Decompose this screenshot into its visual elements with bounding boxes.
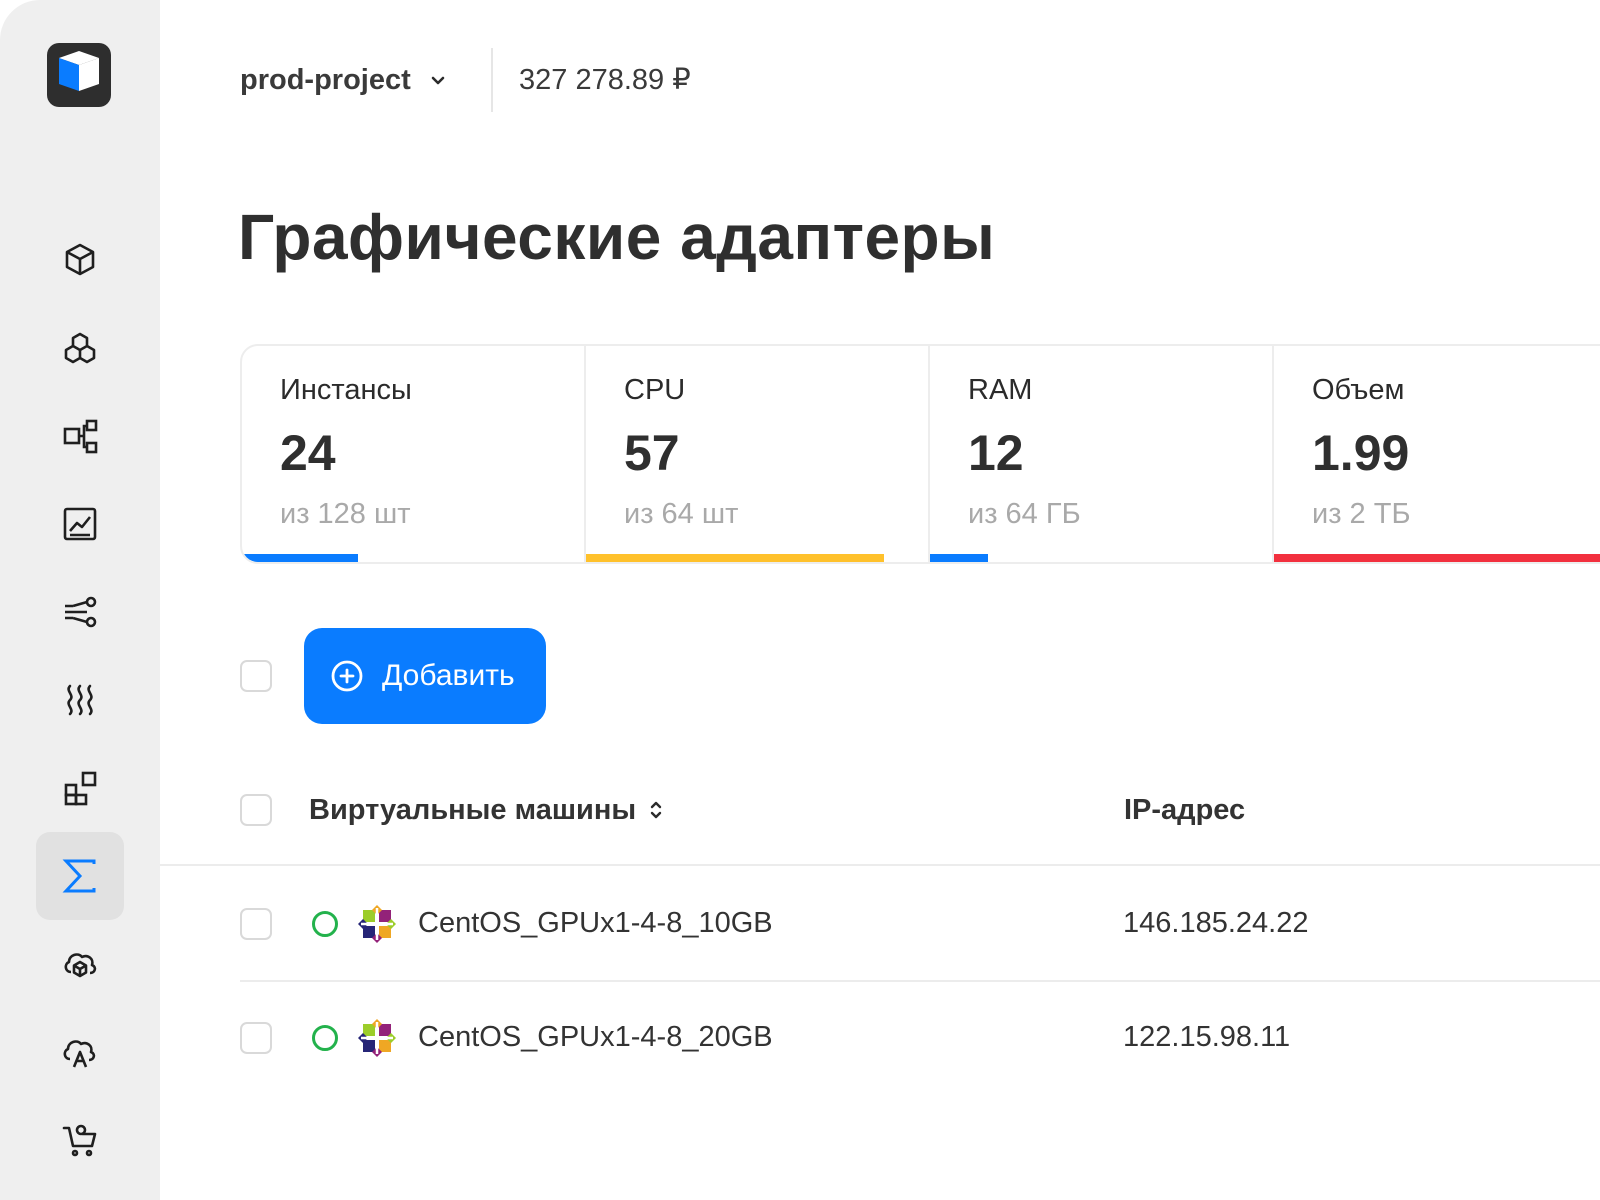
usage-bar: [586, 554, 884, 562]
centos-icon: [358, 1019, 396, 1057]
sidebar: [0, 0, 160, 1200]
sidebar-item-network[interactable]: [36, 392, 124, 480]
stat-card-volume: Объем 1.99 из 2 ТБ: [1274, 346, 1600, 562]
header-checkbox[interactable]: [240, 794, 272, 826]
select-all-checkbox[interactable]: [240, 660, 272, 692]
app-logo[interactable]: [47, 43, 111, 107]
stat-value: 1.99: [1312, 425, 1410, 481]
table-header-divider: [160, 864, 1600, 866]
stat-label: Инстансы: [280, 374, 412, 406]
stat-limit: из 2 ТБ: [1312, 498, 1411, 530]
sidebar-item-integrations[interactable]: [36, 568, 124, 656]
cloud-hexagon-icon: [64, 953, 97, 978]
add-button-label: Добавить: [382, 659, 515, 692]
vm-ip: 146.185.24.22: [1123, 907, 1309, 939]
sidebar-item-compute[interactable]: [36, 216, 124, 304]
sigma-icon: [62, 859, 96, 893]
cloud-a-icon: [63, 1040, 96, 1068]
row-checkbox[interactable]: [240, 908, 272, 940]
stat-limit: из 128 шт: [280, 498, 411, 530]
monitoring-chart-icon: [63, 507, 97, 541]
usage-bar: [930, 554, 989, 562]
stat-value: 12: [968, 425, 1024, 481]
page-title: Графические адаптеры: [238, 201, 996, 273]
stat-card-cpu: CPU 57 из 64 шт: [586, 346, 930, 562]
usage-track: [242, 554, 584, 562]
centos-icon: [358, 905, 396, 943]
app-window: prod-project 327 278.89 ₽ Графические ад…: [0, 0, 1600, 1200]
usage-track: [586, 554, 928, 562]
sidebar-item-cloud-apps[interactable]: [36, 1008, 124, 1096]
sidebar-item-kubernetes[interactable]: [36, 304, 124, 392]
stat-label: Объем: [1312, 374, 1405, 406]
column-header-vm[interactable]: Виртуальные машины: [309, 790, 664, 830]
usage-bar: [242, 554, 359, 562]
cube-icon: [65, 243, 95, 276]
column-header-ip[interactable]: IP-адрес: [1124, 790, 1245, 830]
network-topology-icon: [63, 419, 98, 454]
status-running-indicator: [312, 911, 338, 937]
shopping-cart-icon: [62, 1124, 97, 1157]
row-checkbox[interactable]: [240, 1022, 272, 1054]
sidebar-item-apps[interactable]: [36, 744, 124, 832]
project-name: prod-project: [240, 63, 411, 96]
usage-bar: [1274, 554, 1600, 562]
vm-name[interactable]: CentOS_GPUx1-4-8_20GB: [418, 1017, 773, 1057]
sidebar-item-gpu[interactable]: [36, 832, 124, 920]
project-selector[interactable]: prod-project: [240, 60, 447, 100]
vm-ip: 122.15.98.11: [1123, 1021, 1291, 1053]
sort-icon: [650, 801, 662, 819]
stat-value: 57: [624, 425, 680, 481]
plus-circle-icon: [331, 660, 363, 692]
column-label: Виртуальные машины: [309, 794, 637, 826]
heat-waves-icon: [67, 684, 93, 716]
stat-limit: из 64 шт: [624, 498, 739, 530]
sidebar-item-streams[interactable]: [36, 656, 124, 744]
stat-label: CPU: [624, 374, 686, 406]
widgets-icon: [64, 771, 97, 806]
hexagon-cluster-icon: [64, 332, 96, 364]
status-running-indicator: [312, 1025, 338, 1051]
stat-card-ram: RAM 12 из 64 ГБ: [930, 346, 1274, 562]
share-nodes-icon: [65, 596, 97, 628]
sidebar-item-monitoring[interactable]: [36, 480, 124, 568]
account-balance: 327 278.89 ₽: [519, 64, 691, 96]
column-label: IP-адрес: [1124, 794, 1246, 826]
add-button[interactable]: Добавить: [304, 628, 546, 724]
stat-card-instances: Инстансы 24 из 128 шт: [242, 346, 586, 562]
sidebar-item-cloud[interactable]: [36, 920, 124, 1008]
stat-value: 24: [280, 425, 336, 481]
usage-track: [930, 554, 1272, 562]
quota-stats: Инстансы 24 из 128 шт CPU 57 из 64 шт RA…: [240, 344, 1600, 564]
sidebar-item-marketplace[interactable]: [36, 1096, 124, 1184]
stat-limit: из 64 ГБ: [968, 498, 1081, 530]
header-divider: [491, 48, 493, 112]
row-divider: [240, 980, 1600, 982]
chevron-down-icon: [431, 76, 445, 85]
stat-label: RAM: [968, 374, 1033, 406]
usage-track: [1274, 554, 1600, 562]
vm-name[interactable]: CentOS_GPUx1-4-8_10GB: [418, 903, 773, 943]
